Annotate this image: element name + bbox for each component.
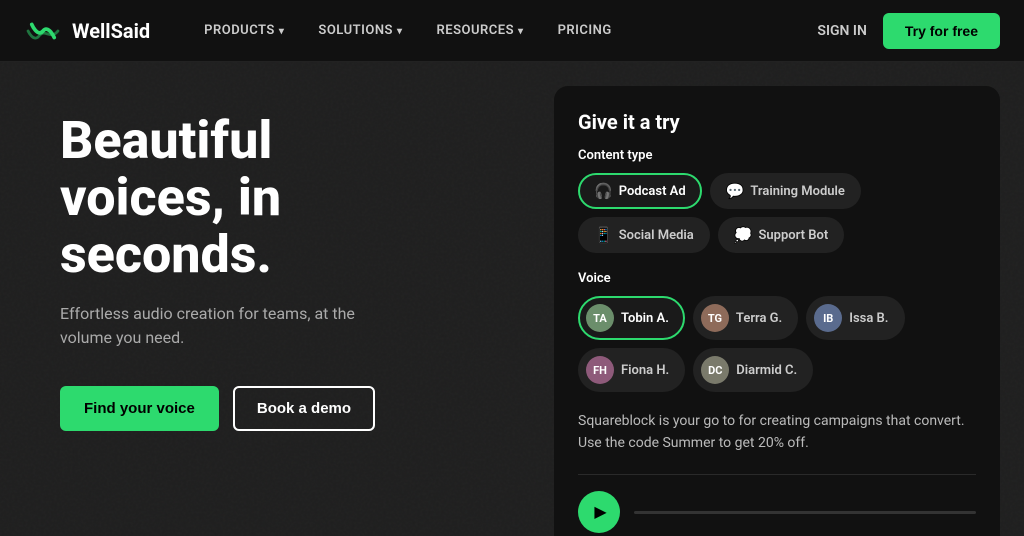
pill-support[interactable]: 💭 Support Bot xyxy=(718,217,844,253)
progress-bar[interactable] xyxy=(634,511,976,514)
nav-right: SIGN IN Try for free xyxy=(817,13,1000,49)
sign-in-link[interactable]: SIGN IN xyxy=(817,23,866,39)
hero-title: Beautiful voices, in seconds. xyxy=(60,112,440,284)
pill-training-label: Training Module xyxy=(750,184,845,199)
mobile-icon: 📱 xyxy=(594,226,613,244)
demo-card: Give it a try Content type 🎧 Podcast Ad … xyxy=(554,86,1000,536)
pill-podcast[interactable]: 🎧 Podcast Ad xyxy=(578,173,702,209)
audio-player: ▶ xyxy=(578,491,976,533)
navbar: WellSaid PRODUCTS ▾ SOLUTIONS ▾ RESOURCE… xyxy=(0,0,1024,62)
support-icon: 💭 xyxy=(734,226,753,244)
preview-text: Squareblock is your go to for creating c… xyxy=(578,410,976,458)
voice-fiona-label: Fiona H. xyxy=(621,363,669,378)
voice-pills: TA Tobin A. TG Terra G. IB Issa B. FH Fi… xyxy=(578,296,976,392)
hero-section: Beautiful voices, in seconds. Effortless… xyxy=(0,62,1024,536)
play-icon: ▶ xyxy=(594,502,606,522)
chevron-down-icon: ▾ xyxy=(279,26,285,37)
avatar-terra: TG xyxy=(701,304,729,332)
play-button[interactable]: ▶ xyxy=(578,491,620,533)
card-divider xyxy=(578,474,976,475)
voice-tobin-label: Tobin A. xyxy=(621,311,669,326)
card-title: Give it a try xyxy=(578,110,976,134)
nav-products[interactable]: PRODUCTS ▾ xyxy=(190,17,298,44)
hero-left: Beautiful voices, in seconds. Effortless… xyxy=(0,62,534,536)
chevron-down-icon: ▾ xyxy=(518,26,524,37)
book-demo-button[interactable]: Book a demo xyxy=(233,386,375,431)
hero-subtitle: Effortless audio creation for teams, at … xyxy=(60,302,400,350)
avatar-fiona: FH xyxy=(586,356,614,384)
logo-text: WellSaid xyxy=(72,19,150,43)
voice-issa-label: Issa B. xyxy=(849,311,888,326)
avatar-diarmid: DC xyxy=(701,356,729,384)
voice-label: Voice xyxy=(578,271,976,286)
content-type-label: Content type xyxy=(578,148,976,163)
pill-support-label: Support Bot xyxy=(758,228,828,243)
nav-solutions[interactable]: SOLUTIONS ▾ xyxy=(304,17,416,44)
logo-icon xyxy=(24,17,62,45)
voice-terra[interactable]: TG Terra G. xyxy=(693,296,798,340)
find-voice-button[interactable]: Find your voice xyxy=(60,386,219,431)
chevron-down-icon: ▾ xyxy=(397,26,403,37)
chat-icon: 💬 xyxy=(726,182,745,200)
voice-fiona[interactable]: FH Fiona H. xyxy=(578,348,685,392)
try-free-button[interactable]: Try for free xyxy=(883,13,1000,49)
pill-podcast-label: Podcast Ad xyxy=(619,184,686,199)
avatar-tobin: TA xyxy=(586,304,614,332)
nav-resources[interactable]: RESOURCES ▾ xyxy=(422,17,537,44)
voice-tobin[interactable]: TA Tobin A. xyxy=(578,296,685,340)
pill-social[interactable]: 📱 Social Media xyxy=(578,217,710,253)
content-type-pills: 🎧 Podcast Ad 💬 Training Module 📱 Social … xyxy=(578,173,976,253)
headphones-icon: 🎧 xyxy=(594,182,613,200)
voice-diarmid-label: Diarmid C. xyxy=(736,363,797,378)
logo[interactable]: WellSaid xyxy=(24,17,150,45)
voice-issa[interactable]: IB Issa B. xyxy=(806,296,904,340)
nav-pricing[interactable]: PRICING xyxy=(544,17,626,44)
hero-right: Give it a try Content type 🎧 Podcast Ad … xyxy=(534,62,1024,536)
pill-social-label: Social Media xyxy=(619,228,694,243)
voice-diarmid[interactable]: DC Diarmid C. xyxy=(693,348,813,392)
avatar-issa: IB xyxy=(814,304,842,332)
pill-training[interactable]: 💬 Training Module xyxy=(710,173,861,209)
voice-terra-label: Terra G. xyxy=(736,311,782,326)
nav-links: PRODUCTS ▾ SOLUTIONS ▾ RESOURCES ▾ PRICI… xyxy=(190,17,817,44)
hero-buttons: Find your voice Book a demo xyxy=(60,386,494,431)
